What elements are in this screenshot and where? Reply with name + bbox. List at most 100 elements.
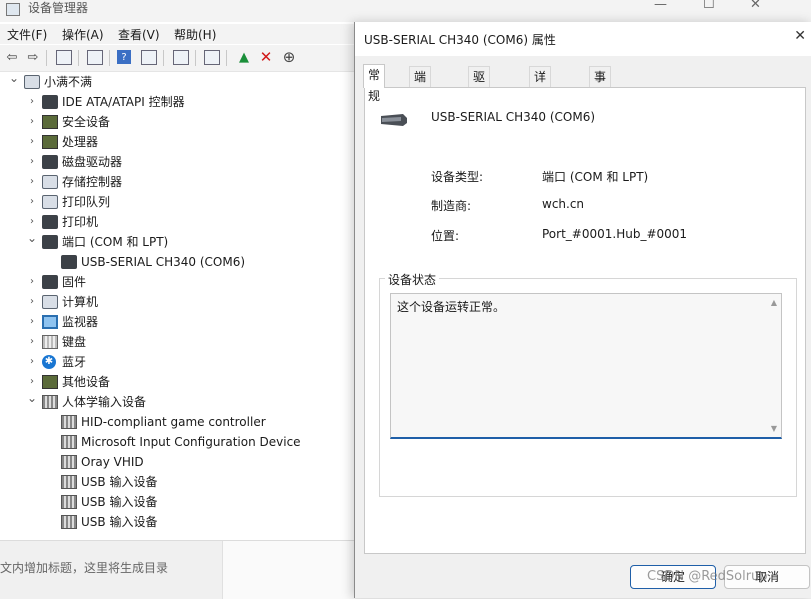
properties-dialog: USB-SERIAL CH340 (COM6) 属性 ✕ 常规 端口设置 驱动程…	[354, 22, 811, 598]
hid-icon	[61, 495, 77, 509]
manufacturer-value: wch.cn	[542, 197, 585, 211]
menu-action[interactable]: 操作(A)	[62, 26, 104, 43]
hid-icon	[61, 415, 77, 429]
tree-row-label: 键盘	[62, 335, 87, 349]
tab-details[interactable]: 详细信息	[529, 66, 552, 147]
toolbar-separator	[226, 50, 227, 66]
background-panel	[222, 541, 355, 599]
show-hide-tree-icon[interactable]	[55, 48, 73, 66]
ide-controller-icon	[42, 95, 58, 109]
tree-row-label: 监视器	[62, 315, 99, 329]
chevron-right-icon[interactable]: ›	[26, 192, 38, 212]
background-area: 文内增加标题，这里将生成目录	[0, 540, 355, 599]
menu-view[interactable]: 查看(V)	[118, 26, 160, 43]
tree-row-label: USB 输入设备	[81, 515, 158, 529]
tree-row-label: 其他设备	[62, 375, 111, 389]
hid-icon	[42, 395, 58, 409]
tree-row-label: 固件	[62, 275, 87, 289]
tree-row-label: 处理器	[62, 135, 99, 149]
computer-icon	[24, 75, 40, 89]
forward-arrow-icon[interactable]: ⇨	[24, 48, 42, 66]
security-device-icon	[42, 115, 58, 129]
device-tree: ⌄ 小满不满 › IDE ATA/ATAPI 控制器 › 安全设备 › 处理器 › 磁盘驱动器 › 存…	[0, 71, 354, 540]
tree-row-label: 小满不满	[44, 75, 93, 89]
firmware-icon	[42, 275, 58, 289]
chevron-right-icon[interactable]: ›	[26, 352, 38, 372]
toolbar-separator	[78, 50, 79, 66]
storage-controller-icon	[42, 175, 58, 189]
chevron-right-icon[interactable]: ›	[26, 112, 38, 132]
tree-row-label: 安全设备	[62, 115, 111, 129]
serial-port-icon	[61, 255, 77, 269]
chevron-right-icon[interactable]: ›	[26, 152, 38, 172]
close-button[interactable]: ✕	[750, 0, 761, 12]
menu-file[interactable]: 文件(F)	[7, 26, 47, 43]
toolbar-separator	[163, 50, 164, 66]
other-devices-icon	[42, 375, 58, 389]
chevron-right-icon[interactable]: ›	[26, 292, 38, 312]
tree-row-label: 端口 (COM 和 LPT)	[62, 235, 169, 249]
scroll-down-icon[interactable]: ▼	[771, 424, 777, 433]
chevron-right-icon[interactable]: ›	[26, 92, 38, 112]
device-status-legend: 设备状态	[385, 271, 440, 288]
disk-drive-icon	[42, 155, 58, 169]
view-icon[interactable]	[140, 48, 158, 66]
monitor-icon	[42, 315, 58, 329]
menu-help[interactable]: 帮助(H)	[174, 26, 216, 43]
keyboard-icon	[42, 335, 58, 349]
device-status-textbox[interactable]: 这个设备运转正常。 ▲ ▼	[390, 293, 782, 439]
disable-device-icon[interactable]: ⊕	[280, 48, 298, 66]
chevron-down-icon[interactable]: ⌄	[26, 388, 38, 408]
device-type-label: 设备类型:	[431, 170, 484, 184]
general-tab-panel: USB-SERIAL CH340 (COM6) 设备类型: 端口 (COM 和 …	[364, 87, 806, 554]
toolbar-separator	[195, 50, 196, 66]
tree-row-label: 打印机	[62, 215, 99, 229]
port-icon	[42, 235, 58, 249]
bluetooth-icon: ✱	[42, 355, 56, 369]
chevron-right-icon[interactable]: ›	[26, 132, 38, 152]
chevron-down-icon[interactable]: ⌄	[26, 228, 38, 248]
enable-device-icon[interactable]: ▲	[235, 48, 253, 66]
hid-icon	[61, 515, 77, 529]
scroll-up-icon[interactable]: ▲	[771, 298, 777, 307]
chevron-right-icon[interactable]: ›	[26, 272, 38, 292]
tree-row-label: Microsoft Input Configuration Device	[81, 435, 301, 449]
tab-general[interactable]: 常规	[363, 64, 386, 103]
update-driver-icon[interactable]	[172, 48, 190, 66]
tree-row-label: USB-SERIAL CH340 (COM6)	[81, 255, 246, 269]
device-manager-app-icon	[6, 3, 20, 16]
hid-icon	[61, 455, 77, 469]
tree-row-label: 磁盘驱动器	[62, 155, 123, 169]
serial-port-device-icon	[381, 114, 407, 126]
chevron-right-icon[interactable]: ›	[26, 332, 38, 352]
minimize-button[interactable]: —	[654, 0, 667, 12]
hid-icon	[61, 475, 77, 489]
window-title: 设备管理器	[28, 1, 89, 15]
tree-row-label: 存储控制器	[62, 175, 123, 189]
print-queue-icon	[42, 195, 58, 209]
tree-row-label: Oray VHID	[81, 455, 144, 469]
chevron-right-icon[interactable]: ›	[26, 312, 38, 332]
help-icon[interactable]: ?	[117, 50, 131, 64]
tree-row-label: 人体学输入设备	[62, 395, 147, 409]
title-bar: 设备管理器 — ☐ ✕	[0, 0, 811, 22]
tree-row-label: 蓝牙	[62, 355, 87, 369]
dialog-close-button[interactable]: ✕	[794, 28, 806, 44]
watermark: CSDN @RedSolrup	[647, 569, 768, 584]
toolbar-separator	[46, 50, 47, 66]
chevron-down-icon[interactable]: ⌄	[8, 68, 20, 88]
maximize-button[interactable]: ☐	[703, 0, 715, 12]
toolbar-separator	[109, 50, 110, 66]
hid-icon	[61, 435, 77, 449]
tree-row-label: USB 输入设备	[81, 495, 158, 509]
device-type-value: 端口 (COM 和 LPT)	[542, 170, 649, 184]
uninstall-icon[interactable]: ✕	[257, 48, 275, 66]
back-arrow-icon[interactable]: ⇦	[3, 48, 21, 66]
tab-driver[interactable]: 驱动程序	[468, 66, 491, 147]
tab-port-settings[interactable]: 端口设置	[409, 66, 432, 147]
tab-events[interactable]: 事件	[589, 66, 612, 105]
properties-icon[interactable]	[86, 48, 104, 66]
tree-row-label: USB 输入设备	[81, 475, 158, 489]
scan-hardware-icon[interactable]	[203, 48, 221, 66]
chevron-right-icon[interactable]: ›	[26, 172, 38, 192]
